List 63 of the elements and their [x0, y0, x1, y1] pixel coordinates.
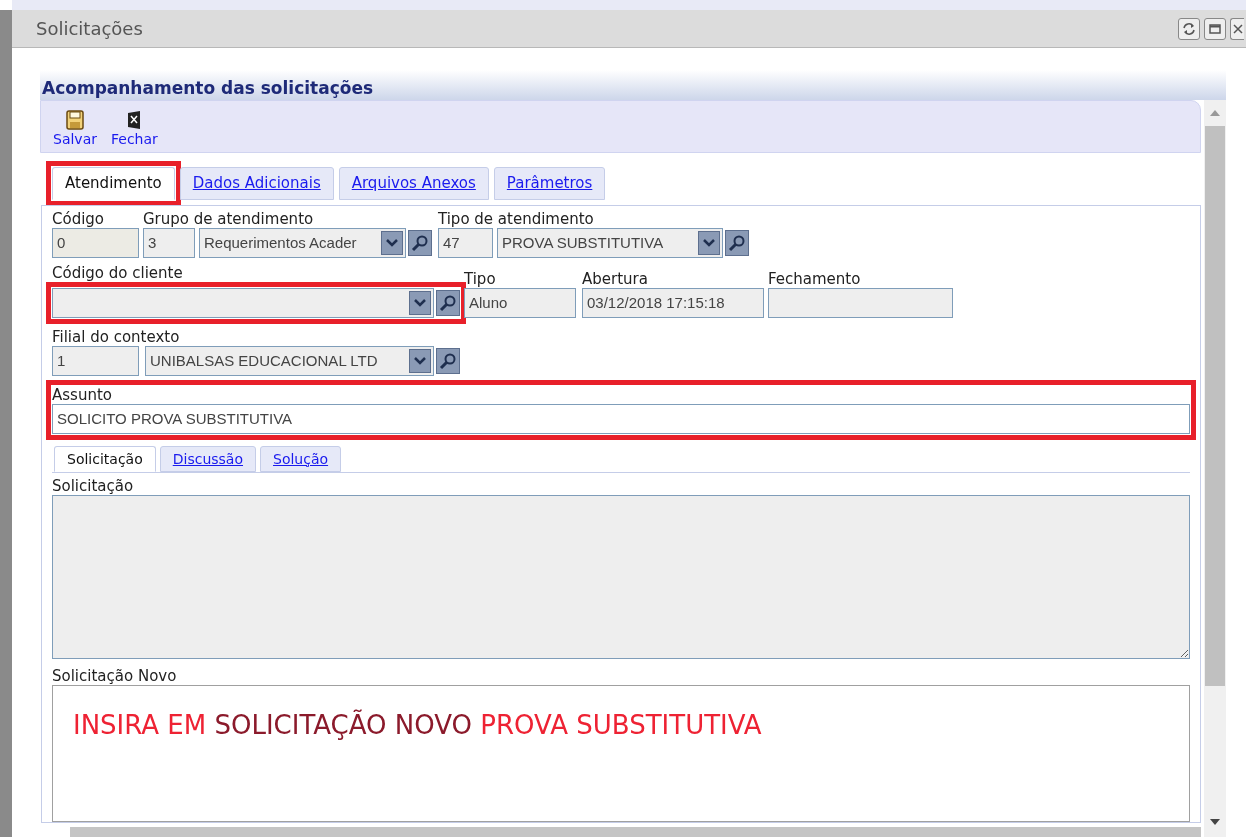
refresh-icon — [1182, 21, 1196, 36]
field-label: Grupo de atendimento — [143, 210, 315, 228]
field-label: Solicitação Novo — [52, 666, 178, 685]
input-field[interactable]: 47 — [438, 228, 493, 258]
refresh-button[interactable] — [1178, 17, 1200, 40]
select-field[interactable]: Requerimentos Acader — [199, 228, 406, 258]
tab[interactable]: Parâmetros — [493, 167, 606, 200]
search-icon — [439, 352, 457, 370]
select-field[interactable]: UNIBALSAS EDUCACIONAL LTD — [145, 346, 434, 376]
input-field[interactable]: 03/12/2018 17:15:18 — [582, 288, 764, 318]
tab[interactable]: Solicitação — [54, 446, 156, 472]
dropdown-button[interactable] — [409, 349, 431, 373]
field-label: Assunto — [52, 386, 113, 404]
field-label: Fechamento — [768, 270, 862, 288]
tab[interactable]: Dados Adicionais — [179, 167, 334, 200]
dropdown-button[interactable] — [698, 231, 720, 255]
close-button[interactable] — [1230, 17, 1244, 40]
chevron-down-icon — [385, 238, 399, 248]
chevron-down-icon — [702, 238, 716, 248]
search-icon — [411, 234, 429, 252]
field-label: Tipo — [464, 270, 497, 288]
search-button[interactable] — [408, 230, 432, 256]
section-heading: Acompanhamento das solicitações — [42, 77, 374, 100]
input-field[interactable] — [768, 288, 953, 318]
vertical-scrollbar[interactable] — [1204, 100, 1226, 837]
scroll-up-icon — [1210, 110, 1220, 116]
window-title: Solicitações — [36, 17, 144, 41]
toolbar-button[interactable]: Fechar — [111, 110, 158, 148]
field-label: Solicitação — [52, 477, 135, 495]
text-area[interactable]: INSIRA EM SOLICITAÇÃO NOVO PROVA SUBSTITUTIVA — [52, 684, 1190, 822]
maximize-icon — [1209, 23, 1221, 34]
search-button[interactable] — [436, 348, 460, 374]
scroll-down-icon — [1210, 819, 1220, 825]
search-button[interactable] — [725, 230, 749, 256]
dropdown-button[interactable] — [409, 291, 431, 315]
maximize-button[interactable] — [1204, 17, 1226, 40]
search-icon — [439, 294, 457, 312]
field-label: Tipo de atendimento — [438, 210, 595, 228]
horizontal-scrollbar[interactable] — [70, 827, 1201, 837]
input-field[interactable]: 3 — [143, 228, 195, 258]
field-label: Código — [52, 210, 106, 228]
scroll-thumb[interactable] — [1205, 126, 1225, 686]
tab[interactable]: Discussão — [159, 446, 256, 472]
chevron-down-icon — [413, 298, 427, 308]
select-field[interactable] — [52, 288, 434, 318]
input-field[interactable]: 1 — [52, 346, 139, 376]
instruction-text: INSIRA EM SOLICITAÇÃO NOVO PROVA SUBSTITUTIVA — [73, 709, 762, 740]
field-label: Código do cliente — [52, 264, 184, 282]
subject-field[interactable]: SOLICITO PROVA SUBSTITUTIVA — [52, 404, 1190, 434]
search-icon — [728, 234, 746, 252]
select-field[interactable]: PROVA SUBSTITUTIVA — [497, 228, 723, 258]
tab[interactable]: Solução — [260, 446, 342, 472]
tab[interactable]: Atendimento — [52, 167, 175, 200]
field-label: Abertura — [582, 270, 649, 288]
field-label: Filial do contexto — [52, 328, 181, 346]
chevron-down-icon — [413, 356, 427, 366]
input-field[interactable]: 0 — [52, 228, 139, 258]
dropdown-button[interactable] — [381, 231, 403, 255]
search-button[interactable] — [436, 290, 460, 316]
tab[interactable]: Arquivos Anexos — [338, 167, 489, 200]
close-icon — [1232, 22, 1244, 35]
toolbar-button[interactable]: Salvar — [53, 110, 97, 148]
input-field[interactable]: Aluno — [464, 288, 576, 318]
